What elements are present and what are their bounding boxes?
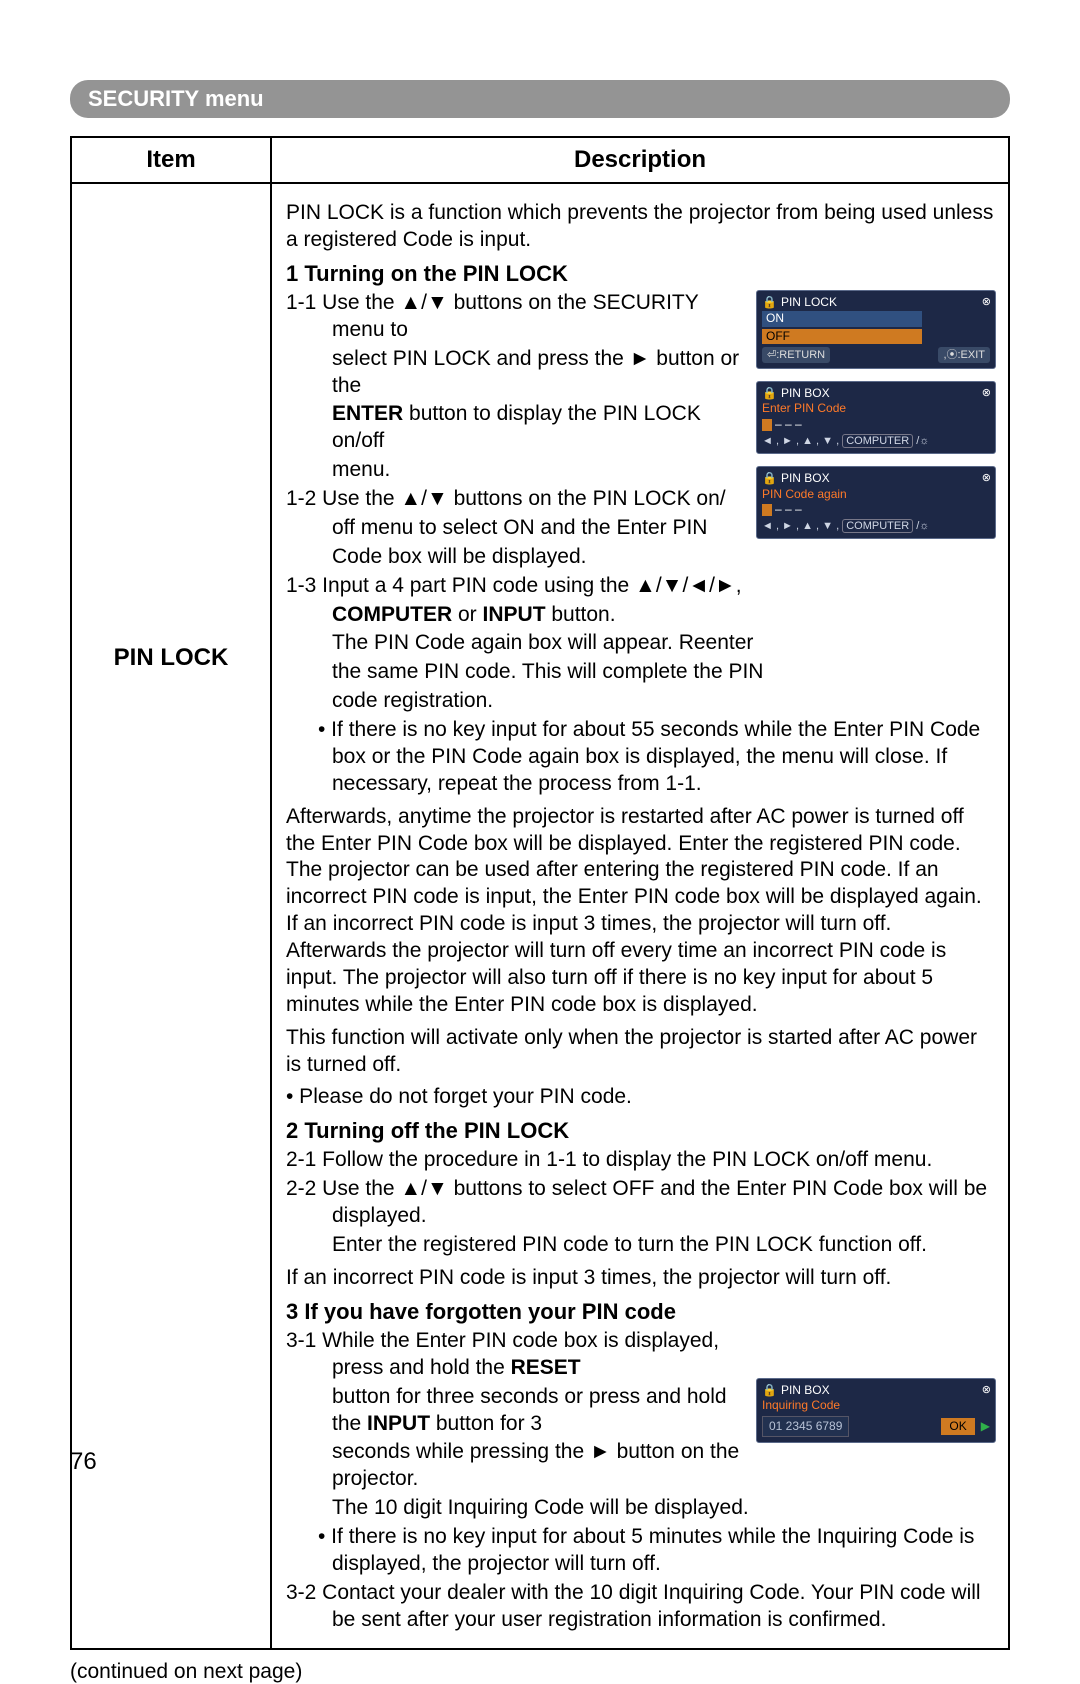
step-3-1: 3-1 While the Enter PIN code box is disp…	[286, 1328, 996, 1382]
lock-icon: 🔒	[762, 1383, 777, 1398]
osd-pin-lock-menu: 🔒 PIN LOCK ⊗ ON OFF ⏎:RETURN ,⦿:EXIT	[756, 290, 996, 369]
osd-hint: ◄ , ► , ▲ , ▼ , COMPUTER /☼	[762, 434, 990, 448]
bullet-note: • If there is no key input for about 5 m…	[286, 1524, 996, 1578]
osd-title: PIN LOCK	[781, 295, 837, 310]
step-1-3: 1-3 Input a 4 part PIN code using the ▲/…	[286, 573, 996, 600]
step-text: the same PIN code. This will complete th…	[286, 659, 996, 686]
chevron-right-icon: ▶	[981, 1419, 990, 1434]
osd-pin-again: 🔒PIN BOX ⊗ PIN Code again – – – ◄ , ► , …	[756, 466, 996, 539]
inquiring-code-value: 01 2345 6789	[762, 1416, 849, 1437]
table-header-row: Item Description	[71, 137, 1009, 183]
pin-cursor	[762, 419, 772, 431]
step-text: The PIN Code again box will appear. Reen…	[286, 630, 996, 657]
close-icon: ⊗	[982, 295, 991, 309]
step-text: code registration.	[286, 688, 996, 715]
osd-off-option: OFF	[762, 329, 922, 344]
forget-note: • Please do not forget your PIN code.	[286, 1084, 996, 1111]
section1-heading: 1 Turning on the PIN LOCK	[286, 260, 996, 288]
step-text: The 10 digit Inquiring Code will be disp…	[286, 1495, 996, 1522]
osd-title: PIN BOX	[781, 471, 830, 486]
osd-title: PIN BOX	[781, 1383, 830, 1398]
section2-heading: 2 Turning off the PIN LOCK	[286, 1117, 996, 1145]
osd-enter-label: Enter PIN Code	[762, 401, 990, 416]
lock-icon: 🔒	[762, 386, 777, 401]
description-cell: PIN LOCK is a function which prevents th…	[271, 183, 1009, 1649]
item-cell: PIN LOCK	[71, 183, 271, 1649]
osd-exit: ,⦿:EXIT	[938, 347, 990, 363]
step-text: COMPUTER or INPUT button.	[286, 602, 996, 629]
after-paragraph: Afterwards, anytime the projector is res…	[286, 804, 996, 1019]
step-2-2: 2-2 Use the ▲/▼ buttons to select OFF an…	[286, 1176, 996, 1230]
continued-note: (continued on next page)	[70, 1660, 1010, 1684]
document-page: SECURITY menu Item Description PIN LOCK …	[0, 0, 1080, 1532]
th-item: Item	[71, 137, 271, 183]
osd-ok-button: OK	[941, 1418, 974, 1435]
osd-again-label: PIN Code again	[762, 487, 990, 502]
osd-enter-pin: 🔒PIN BOX ⊗ Enter PIN Code – – – ◄ , ► , …	[756, 381, 996, 454]
osd-hint: ◄ , ► , ▲ , ▼ , COMPUTER /☼	[762, 519, 990, 533]
th-description: Description	[271, 137, 1009, 183]
activate-paragraph: This function will activate only when th…	[286, 1025, 996, 1079]
osd-column: 🔒PIN LOCK ⊗ ON OFF ⏎:RETURN,⦿:EXIT 🔒PIN …	[756, 290, 996, 551]
section3-heading: 3 If you have forgotten your PIN code	[286, 1298, 996, 1326]
close-icon: ⊗	[982, 471, 991, 485]
osd-return: ⏎:RETURN	[762, 347, 830, 363]
bullet-note: • If there is no key input for about 55 …	[286, 717, 996, 798]
page-number: 76	[70, 1448, 97, 1476]
osd-inquiring: 🔒 PIN BOX ⊗ Inquiring Code 01 2345 6789 O…	[756, 1378, 996, 1443]
osd-title: PIN BOX	[781, 386, 830, 401]
intro-text: PIN LOCK is a function which prevents th…	[286, 200, 996, 254]
section-header: SECURITY menu	[70, 80, 1010, 118]
step-text: If an incorrect PIN code is input 3 time…	[286, 1265, 996, 1292]
osd-inquiring-label: Inquiring Code	[762, 1398, 990, 1413]
step-2-1: 2-1 Follow the procedure in 1-1 to displ…	[286, 1147, 996, 1174]
lock-icon: 🔒	[762, 295, 777, 310]
close-icon: ⊗	[982, 386, 991, 400]
lock-icon: 🔒	[762, 471, 777, 486]
pin-cursor	[762, 504, 772, 516]
osd-on-option: ON	[762, 311, 922, 326]
osd-column: 🔒 PIN BOX ⊗ Inquiring Code 01 2345 6789 O…	[756, 1378, 996, 1455]
close-icon: ⊗	[982, 1383, 991, 1397]
table-row: PIN LOCK PIN LOCK is a function which pr…	[71, 183, 1009, 1649]
step-3-2: 3-2 Contact your dealer with the 10 digi…	[286, 1580, 996, 1634]
step-text: Enter the registered PIN code to turn th…	[286, 1232, 996, 1259]
description-table: Item Description PIN LOCK PIN LOCK is a …	[70, 136, 1010, 1650]
